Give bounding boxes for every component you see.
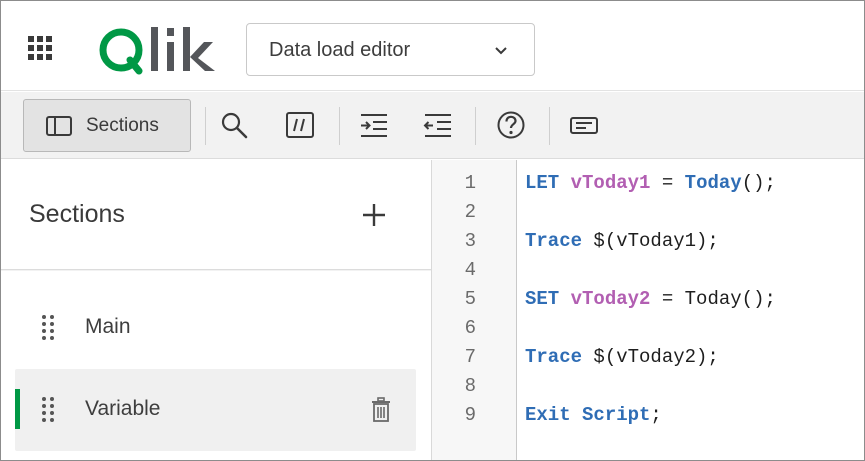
line-number: 7: [464, 346, 476, 368]
code-text: ;: [650, 404, 662, 426]
drag-handle-icon[interactable]: [41, 313, 55, 341]
code-text: $(vToday2);: [582, 346, 719, 368]
line-number: 6: [464, 317, 476, 339]
toolbar-divider: [549, 107, 550, 145]
delete-section-trash-icon[interactable]: [371, 397, 391, 423]
code-line[interactable]: Exit Script;: [525, 404, 662, 426]
toolbar-divider: [339, 107, 340, 145]
line-number: 2: [464, 201, 476, 223]
app-header: Data load editor: [1, 1, 864, 91]
chevron-down-icon: [493, 44, 509, 56]
line-number: 4: [464, 259, 476, 281]
code-text: = Today();: [650, 288, 776, 310]
line-number-gutter: 1 2 3 4 5 6 7 8 9: [432, 160, 517, 460]
script-editor[interactable]: 1 2 3 4 5 6 7 8 9 LET vToday1 = Today();…: [432, 160, 864, 460]
section-item-main[interactable]: Main: [15, 287, 416, 369]
code-keyword: Trace: [525, 346, 583, 368]
line-number: 5: [464, 288, 476, 310]
sections-list: Main Variable: [1, 271, 431, 460]
code-function: Today: [684, 172, 742, 194]
sidebar-panel-icon: [46, 116, 72, 136]
view-selector-dropdown[interactable]: Data load editor: [246, 23, 535, 76]
code-text: $(vToday1);: [582, 230, 719, 252]
search-icon[interactable]: [219, 110, 249, 140]
selected-indicator: [15, 389, 20, 429]
debug-panel-icon[interactable]: [569, 110, 599, 140]
qlik-logo: [97, 23, 219, 79]
sections-panel: Sections Main Variable: [1, 160, 431, 460]
sections-panel-header: Sections: [1, 160, 431, 270]
add-section-button[interactable]: [361, 202, 387, 228]
code-keyword: Exit Script: [525, 404, 651, 426]
code-keyword: SET: [525, 288, 560, 310]
toggle-sections-label: Sections: [86, 115, 159, 136]
editor-toolbar: Sections: [1, 92, 864, 159]
outdent-icon[interactable]: [423, 110, 453, 140]
help-icon[interactable]: [496, 110, 526, 140]
app-launcher-grid-icon[interactable]: [27, 35, 53, 61]
code-text: ();: [741, 172, 776, 194]
drag-handle-icon[interactable]: [41, 395, 55, 423]
section-item-variable[interactable]: Variable: [15, 369, 416, 451]
sections-panel-title: Sections: [29, 200, 125, 228]
code-variable: vToday1: [570, 172, 651, 194]
code-line[interactable]: Trace $(vToday1);: [525, 230, 719, 252]
code-line[interactable]: LET vToday1 = Today();: [525, 172, 776, 194]
toolbar-divider: [475, 107, 476, 145]
line-number: 1: [464, 172, 476, 194]
indent-icon[interactable]: [359, 110, 389, 140]
line-number: 9: [464, 404, 476, 426]
code-keyword: Trace: [525, 230, 583, 252]
plus-icon: [363, 204, 385, 226]
code-keyword: LET: [525, 172, 560, 194]
section-item-label: Variable: [85, 397, 161, 420]
toggle-sections-button[interactable]: Sections: [23, 99, 191, 152]
line-number: 8: [464, 375, 476, 397]
line-number: 3: [464, 230, 476, 252]
code-variable: vToday2: [570, 288, 651, 310]
code-line[interactable]: Trace $(vToday2);: [525, 346, 719, 368]
app-window: Data load editor Sections Sections Main …: [0, 0, 865, 461]
comment-icon[interactable]: [285, 110, 315, 140]
view-selector-label: Data load editor: [269, 39, 411, 61]
code-line[interactable]: SET vToday2 = Today();: [525, 288, 776, 310]
toolbar-divider: [205, 107, 206, 145]
code-operator: =: [650, 172, 685, 194]
section-item-label: Main: [85, 315, 131, 338]
